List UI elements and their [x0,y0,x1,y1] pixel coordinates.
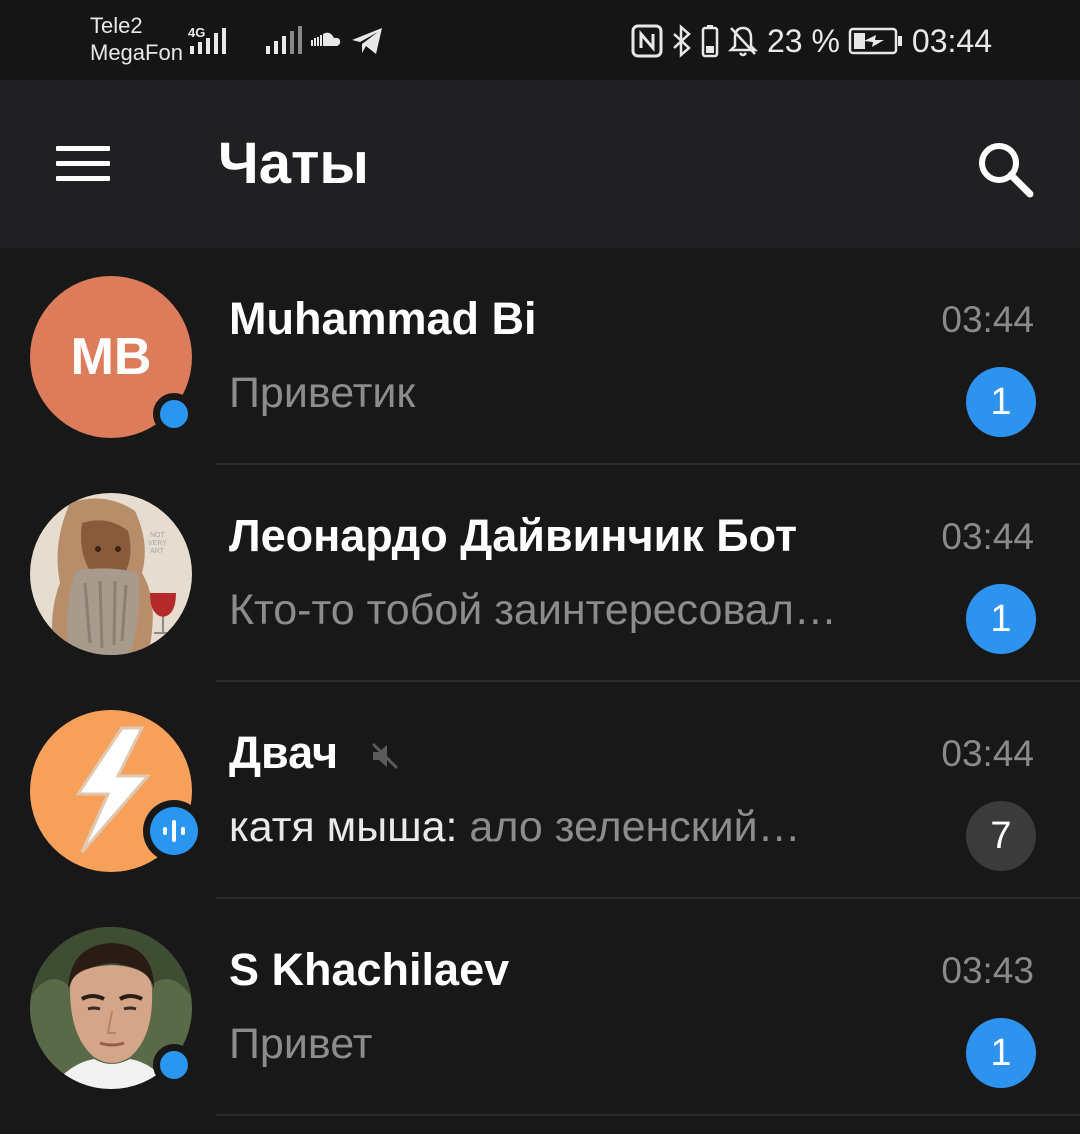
page-title: Чаты [218,131,369,196]
chat-row-dvach[interactable]: Двач 03:44 катя мыша: ало зеленский… 7 [0,682,1080,899]
nfc-icon [631,24,663,58]
chat-time: 03:44 [941,733,1034,774]
signal-strength-icon: 4G [188,25,226,54]
battery-charging-icon [848,27,902,55]
battery-small-icon [701,25,719,58]
carrier-1: Tele2 [90,13,143,38]
svg-text:ART: ART [150,548,165,555]
chat-last-message: Приветик [229,368,415,418]
muted-speaker-icon [371,743,398,770]
network-type-label: 4G [188,25,205,40]
chat-name: Muhammad Bi [229,293,537,344]
chat-name: Двач [229,727,401,779]
chat-time: 03:43 [941,950,1034,991]
soundcloud-icon [311,32,341,46]
voice-chat-icon [143,800,205,862]
avatar: NOT VERY ART [30,493,192,655]
chat-time: 03:44 [941,299,1034,340]
unread-badge: 1 [966,1018,1036,1088]
chat-row-leonardo-bot[interactable]: NOT VERY ART Леонардо Дайвинчик Бот 03:4… [0,465,1080,682]
status-bar: Tele2 MegaFon 4G 23 % 03:44 [0,0,1080,80]
battery-percent: 23 % [766,22,840,59]
carrier-2: MegaFon [90,40,183,65]
carrier-labels: Tele2 MegaFon [90,12,183,66]
chat-row-s-khachilaev[interactable]: S Khachilaev 03:43 Привет 1 [0,899,1080,1116]
chat-name: Леонардо Дайвинчик Бот [229,510,798,561]
message-text: Привет [229,1020,373,1068]
hamburger-menu-icon[interactable] [48,136,118,192]
bluetooth-icon [673,24,691,58]
message-text: ало зеленский… [457,803,801,851]
signal-strength-2-icon [266,26,302,54]
app-header: Чаты [0,80,1080,248]
status-bar-right: 23 % 03:44 [631,20,992,62]
chat-name-text: Двач [229,727,339,778]
chat-row-muhammad-bi[interactable]: MB Muhammad Bi 03:44 Приветик 1 [0,248,1080,465]
message-text: Кто-то тобой заинтересовал… [229,586,837,634]
divider [216,1114,1080,1116]
status-time: 03:44 [911,22,992,59]
search-button[interactable] [968,132,1048,212]
message-sender: катя мыша: [229,803,458,851]
unread-badge: 1 [966,584,1036,654]
chat-last-message: Привет [229,1019,372,1069]
unread-badge: 1 [966,367,1036,437]
chat-list: MB Muhammad Bi 03:44 Приветик 1 NOT VERY… [0,248,1080,1116]
unread-badge-muted: 7 [966,801,1036,871]
search-icon [979,143,1034,198]
telegram-icon [352,28,382,54]
online-indicator [153,393,195,435]
message-text: Приветик [229,369,416,417]
chat-last-message: Кто-то тобой заинтересовал… [229,585,837,635]
online-indicator [153,1044,195,1086]
svg-text:VERY: VERY [148,540,167,547]
notifications-off-icon [727,26,759,57]
chat-name: S Khachilaev [229,944,510,995]
chat-last-message: катя мыша: ало зеленский… [229,802,801,852]
chat-time: 03:44 [941,516,1034,557]
svg-text:NOT: NOT [150,532,166,539]
